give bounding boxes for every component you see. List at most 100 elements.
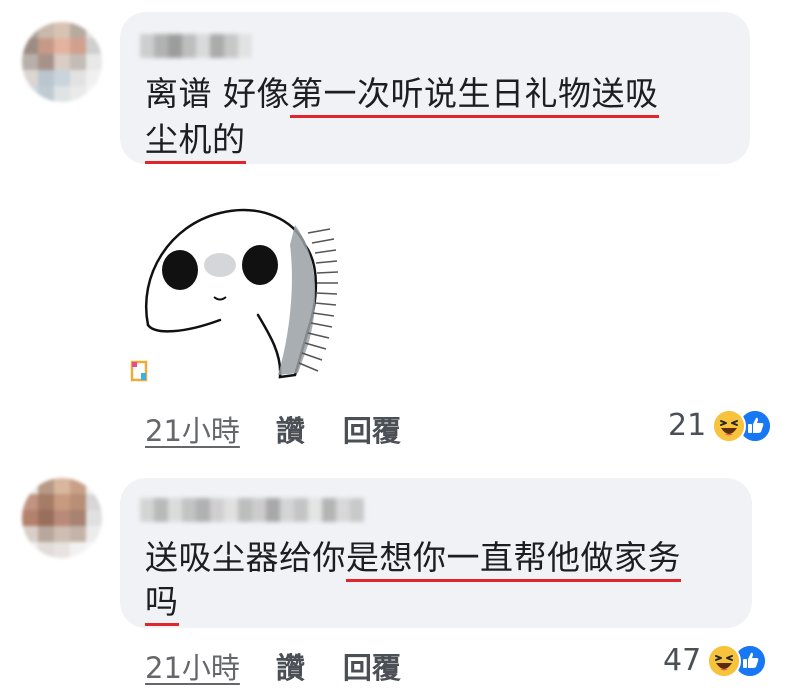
name-pixel xyxy=(210,498,224,522)
name-pixel xyxy=(210,34,224,58)
avatar-pixel xyxy=(86,526,102,542)
avatar-pixel xyxy=(70,38,86,54)
commenter-avatar-1[interactable] xyxy=(22,22,102,102)
reaction-summary-1[interactable]: 21 xyxy=(668,408,773,443)
avatar-pixel xyxy=(22,22,38,38)
name-pixel xyxy=(280,498,294,522)
comment-text-line: 吗 xyxy=(145,582,179,626)
avatar-pixel xyxy=(86,70,102,86)
avatar-pixel xyxy=(54,478,70,494)
name-pixel xyxy=(252,498,266,522)
avatar-pixel xyxy=(70,542,86,558)
avatar-pixel xyxy=(86,22,102,38)
avatar-pixel xyxy=(54,542,70,558)
avatar-pixel xyxy=(38,38,54,54)
reaction-count: 47 xyxy=(663,643,702,678)
avatar-pixel xyxy=(38,70,54,86)
comment-timestamp[interactable]: 21小時 xyxy=(145,645,240,687)
avatar-pixel xyxy=(22,38,38,54)
avatar-pixel xyxy=(22,526,38,542)
name-pixel xyxy=(168,34,182,58)
avatar-pixel xyxy=(22,54,38,70)
name-pixel xyxy=(168,498,182,522)
avatar-pixel xyxy=(70,494,86,510)
comment-bubble-2: 送吸尘器给你是想你一直帮他做家务 吗 xyxy=(120,478,752,628)
avatar-pixel xyxy=(22,86,38,102)
name-pixel xyxy=(308,498,322,522)
avatar-pixel xyxy=(70,22,86,38)
reply-button[interactable]: 回覆 xyxy=(343,408,401,450)
commenter-name-redacted[interactable] xyxy=(140,498,364,522)
avatar-pixel xyxy=(70,478,86,494)
avatar-pixel xyxy=(38,542,54,558)
avatar-pixel xyxy=(70,526,86,542)
name-pixel xyxy=(154,34,168,58)
avatar-pixel xyxy=(54,86,70,102)
haha-emoji-icon xyxy=(707,643,742,678)
avatar-pixel xyxy=(70,86,86,102)
avatar-pixel xyxy=(86,510,102,526)
commenter-name-redacted[interactable] xyxy=(140,34,252,58)
name-pixel xyxy=(140,498,154,522)
name-pixel xyxy=(196,498,210,522)
comment-text-line: 送吸尘器给你是想你一直帮他做家务 xyxy=(145,538,681,582)
name-pixel xyxy=(182,498,196,522)
comment-actions-2: 21小時 讚 回覆 xyxy=(145,645,401,687)
name-pixel xyxy=(224,34,238,58)
underlined-text-segment: 吗 xyxy=(145,582,179,626)
avatar-pixel xyxy=(54,22,70,38)
avatar-pixel xyxy=(54,70,70,86)
name-pixel xyxy=(224,498,238,522)
avatar-pixel xyxy=(22,478,38,494)
avatar-pixel xyxy=(38,526,54,542)
avatar-pixel xyxy=(54,54,70,70)
avatar-pixel xyxy=(54,510,70,526)
comment-bubble-1: 离谱 好像第一次听说生日礼物送吸 尘机的 xyxy=(120,12,750,164)
avatar-pixel xyxy=(54,526,70,542)
avatar-pixel xyxy=(70,54,86,70)
name-pixel xyxy=(154,498,168,522)
avatar-pixel xyxy=(38,494,54,510)
name-pixel xyxy=(196,34,210,58)
text-segment: 送吸尘器给你 xyxy=(145,538,346,577)
avatar-pixel xyxy=(38,54,54,70)
comment-actions-1: 21小時 讚 回覆 xyxy=(145,408,401,450)
sticker-image xyxy=(130,208,339,382)
name-pixel xyxy=(182,34,196,58)
avatar-pixel xyxy=(38,86,54,102)
avatar-pixel xyxy=(86,54,102,70)
name-pixel xyxy=(322,498,336,522)
commenter-avatar-2[interactable] xyxy=(22,478,102,558)
reaction-count: 21 xyxy=(668,408,707,443)
avatar-pixel xyxy=(86,86,102,102)
comment-text-line: 尘机的 xyxy=(145,120,246,164)
name-pixel xyxy=(140,34,154,58)
reply-button[interactable]: 回覆 xyxy=(343,645,401,687)
name-pixel xyxy=(266,498,280,522)
name-pixel xyxy=(294,498,308,522)
avatar-pixel xyxy=(22,70,38,86)
comment-timestamp[interactable]: 21小時 xyxy=(145,408,240,450)
avatar-pixel xyxy=(86,38,102,54)
avatar-pixel xyxy=(22,494,38,510)
avatar-pixel xyxy=(38,22,54,38)
haha-emoji-icon xyxy=(712,408,747,443)
avatar-pixel xyxy=(38,510,54,526)
avatar-pixel xyxy=(70,510,86,526)
avatar-pixel xyxy=(86,542,102,558)
avatar-pixel xyxy=(22,510,38,526)
reaction-summary-2[interactable]: 47 xyxy=(663,643,768,678)
name-pixel xyxy=(238,34,252,58)
name-pixel xyxy=(238,498,252,522)
name-pixel xyxy=(336,498,350,522)
text-segment: 离谱 好像 xyxy=(145,74,290,113)
avatar-pixel xyxy=(54,38,70,54)
avatar-pixel xyxy=(22,542,38,558)
underlined-text-segment: 尘机的 xyxy=(145,120,246,164)
underlined-text-segment: 第一次听说生日礼物送吸 xyxy=(290,74,659,118)
like-button[interactable]: 讚 xyxy=(276,645,305,687)
name-pixel xyxy=(350,498,364,522)
avatar-pixel xyxy=(86,494,102,510)
like-button[interactable]: 讚 xyxy=(276,408,305,450)
comment-text-line: 离谱 好像第一次听说生日礼物送吸 xyxy=(145,74,659,118)
